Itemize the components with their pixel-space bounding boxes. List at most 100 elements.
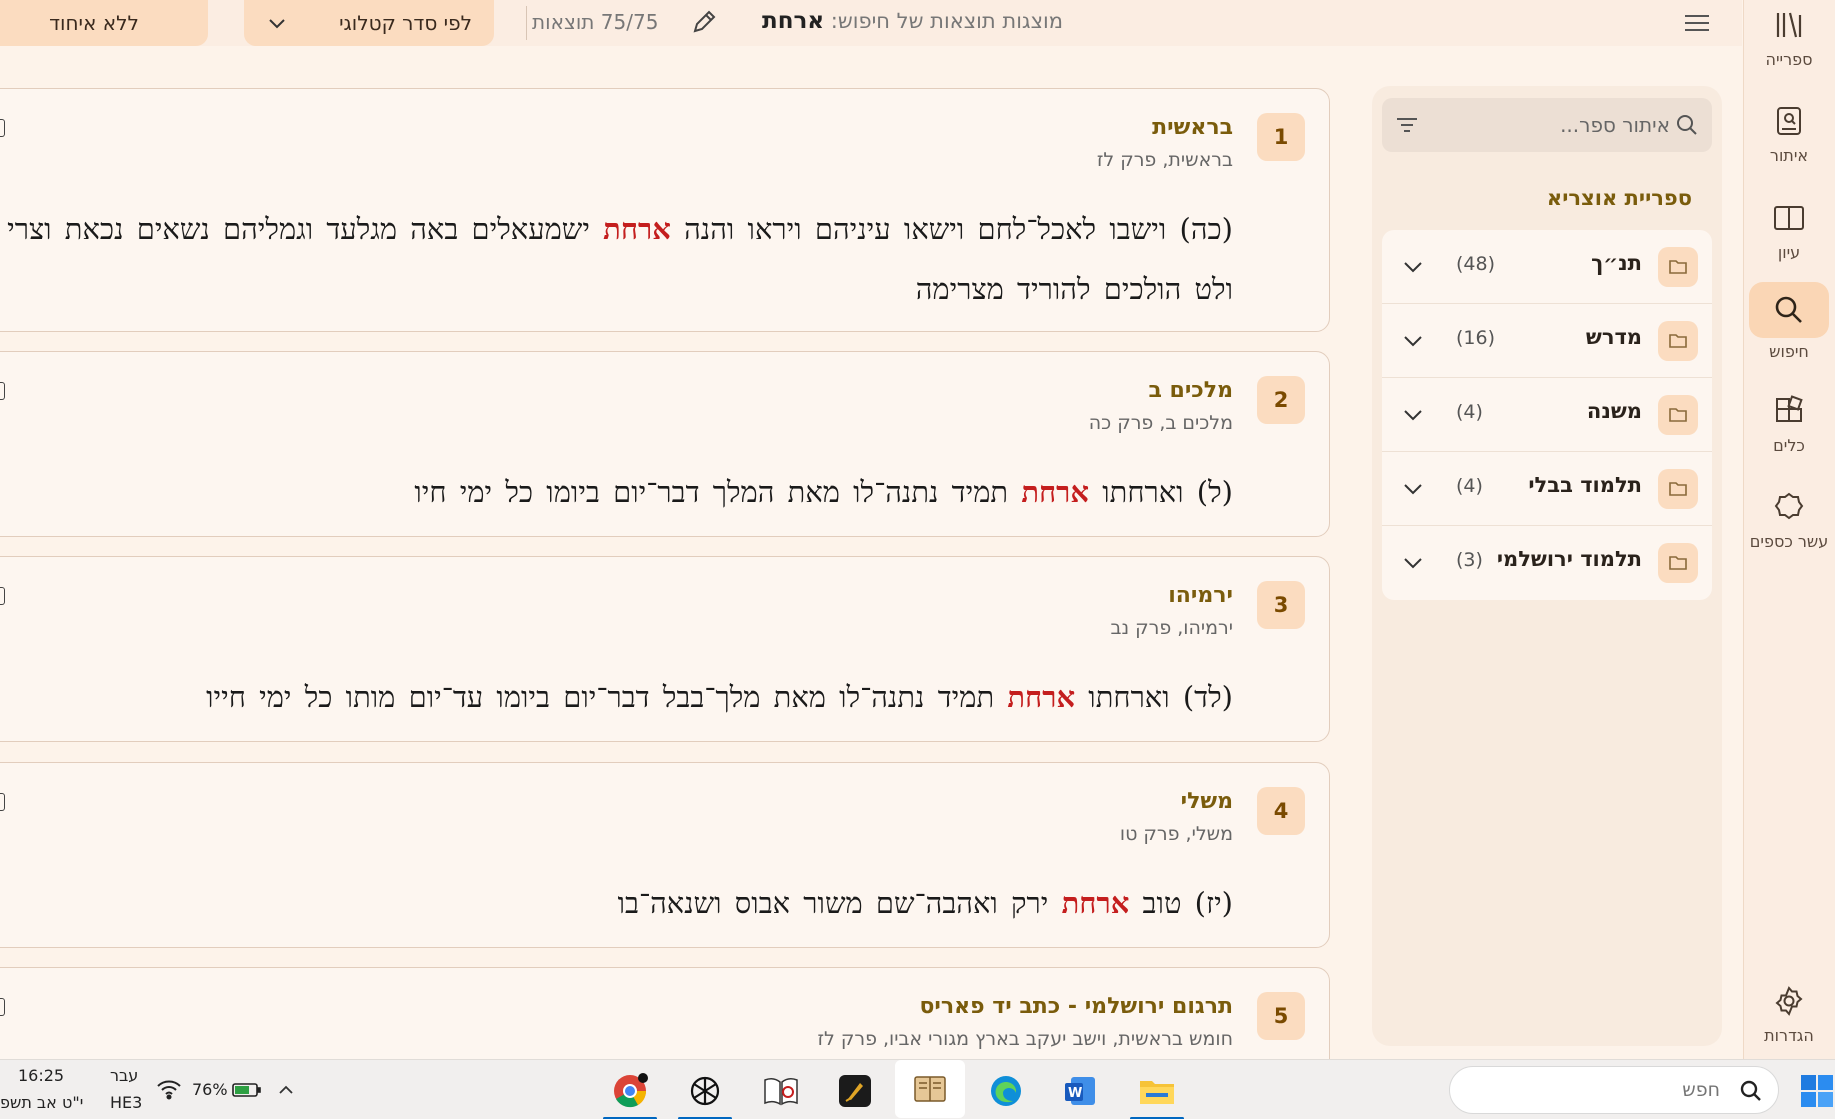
checkbox-icon[interactable] <box>0 119 5 137</box>
category-name: תנ״ך <box>1591 251 1642 275</box>
pencil-icon[interactable] <box>690 8 718 36</box>
category-list: תנ״ך (48) מדרש (16) משנה (4) תלמוד בבלי … <box>1382 230 1712 600</box>
chevron-down-icon <box>269 19 285 29</box>
result-card[interactable]: 5 תרגום ירושלמי - כתב יד פאריס חומש בראש… <box>0 967 1330 1059</box>
book-filter-box <box>1382 98 1712 152</box>
taskbar-search-input[interactable] <box>1470 1067 1720 1113</box>
category-count: (3) <box>1456 549 1483 571</box>
checkbox-icon[interactable] <box>0 793 5 811</box>
result-card[interactable]: 2 מלכים ב מלכים ב, פרק כה (ל) וארחתו ארח… <box>0 351 1330 537</box>
match-highlight: ארחת <box>1021 475 1090 509</box>
category-count: (16) <box>1456 327 1496 349</box>
svg-text:W: W <box>1068 1086 1082 1101</box>
result-card[interactable]: 3 ירמיהו ירמיהו, פרק נב (לד) וארחתו ארחת… <box>0 556 1330 742</box>
category-count: (48) <box>1456 253 1496 275</box>
category-count: (4) <box>1456 401 1483 423</box>
checkbox-icon[interactable] <box>0 587 5 605</box>
input-language[interactable]: עבר <box>110 1066 138 1085</box>
windows-taskbar: W 76% עבר HE3 16:25 י"ט אב תשפ <box>0 1059 1835 1119</box>
book-filter-panel: ספריית אוצריא תנ״ך (48) מדרש (16) משנה (… <box>1372 86 1722 1046</box>
result-book-title[interactable]: ירמיהו <box>1168 583 1233 608</box>
chatgpt-icon[interactable] <box>678 1070 732 1119</box>
search-header: מוצגות תוצאות של חיפוש: ארחת 75/75 תוצאו… <box>0 0 1742 46</box>
rail-item-settings[interactable]: הגדרות <box>1743 976 1835 1066</box>
folder-icon <box>1658 247 1698 287</box>
rail-item-read[interactable]: עיון <box>1743 193 1835 283</box>
category-item[interactable]: תנ״ך (48) <box>1382 230 1712 304</box>
windows-start-icon[interactable] <box>1800 1074 1834 1108</box>
otzaria-app-icon[interactable] <box>895 1060 965 1118</box>
filter-icon[interactable] <box>1394 112 1420 138</box>
result-reference: מלכים ב, פרק כה <box>1088 412 1233 434</box>
result-book-title[interactable]: משלי <box>1181 789 1233 814</box>
category-count: (4) <box>1456 475 1483 497</box>
rail-item-search[interactable]: חיפוש <box>1743 282 1835 372</box>
chevron-down-icon[interactable] <box>1400 476 1426 502</box>
rail-item-maaser[interactable]: עשר כספים <box>1743 482 1835 572</box>
taskbar-search-box <box>1449 1066 1779 1114</box>
chevron-up-icon[interactable] <box>276 1080 296 1104</box>
checkbox-icon[interactable] <box>0 382 5 400</box>
search-prefix: מוצגות תוצאות של חיפוש: <box>830 9 1064 33</box>
clock-date[interactable]: י"ט אב תשפ <box>0 1093 83 1112</box>
grouping-button[interactable]: ללא איחוד <box>0 0 208 46</box>
golden-book-icon[interactable] <box>834 1070 876 1112</box>
battery-icon[interactable] <box>232 1080 262 1104</box>
file-explorer-icon[interactable] <box>1130 1070 1184 1119</box>
edge-icon[interactable] <box>985 1070 1027 1112</box>
keyboard-layout[interactable]: HE3 <box>110 1093 142 1112</box>
gear-icon <box>1770 982 1808 1020</box>
library-icon <box>1770 6 1808 44</box>
navigation-rail: ספרייה איתור עיון חיפוש כלים עשר כספים ה… <box>1743 0 1835 1059</box>
book-search-icon[interactable] <box>760 1070 802 1112</box>
category-item[interactable]: מדרש (16) <box>1382 304 1712 378</box>
word-icon[interactable]: W <box>1059 1070 1101 1112</box>
tools-icon <box>1770 392 1808 430</box>
sort-dropdown[interactable]: לפי סדר קטלוגי <box>244 0 494 46</box>
result-card[interactable]: 4 משלי משלי, פרק טו (יז) טוב ארחת ירק וא… <box>0 762 1330 948</box>
gear-badge-icon <box>1770 488 1808 526</box>
result-card[interactable]: 1 בראשית בראשית, פרק לז (כה) וישבו לאכל־… <box>0 88 1330 332</box>
result-book-title[interactable]: בראשית <box>1152 115 1233 140</box>
find-book-icon <box>1770 102 1808 140</box>
result-snippet: (לד) וארחתו ארחת תמיד נתנה־לו מאת מלך־בב… <box>206 680 1233 714</box>
category-item[interactable]: משנה (4) <box>1382 378 1712 452</box>
result-number: 1 <box>1257 113 1305 161</box>
result-snippet: (ל) וארחתו ארחת תמיד נתנה־לו מאת המלך דב… <box>414 475 1233 509</box>
result-number: 3 <box>1257 581 1305 629</box>
result-reference: חומש בראשית, וישב יעקב בארץ מגורי אביו, … <box>817 1028 1233 1050</box>
results-list: 1 בראשית בראשית, פרק לז (כה) וישבו לאכל־… <box>0 56 1340 1059</box>
book-filter-input[interactable] <box>1430 98 1670 152</box>
rail-item-find[interactable]: איתור <box>1743 96 1835 186</box>
rail-item-tools[interactable]: כלים <box>1743 386 1835 476</box>
match-highlight: ארחת <box>603 212 671 246</box>
category-item[interactable]: תלמוד בבלי (4) <box>1382 452 1712 526</box>
search-icon <box>1738 1078 1764 1104</box>
result-reference: משלי, פרק טו <box>1119 823 1233 845</box>
checkbox-icon[interactable] <box>0 998 5 1016</box>
rail-label: איתור <box>1769 146 1809 165</box>
result-book-title[interactable]: תרגום ירושלמי - כתב יד פאריס <box>919 994 1233 1019</box>
open-book-icon <box>1770 199 1808 237</box>
category-name: תלמוד בבלי <box>1528 473 1642 497</box>
chevron-down-icon[interactable] <box>1400 550 1426 576</box>
category-item[interactable]: תלמוד ירושלמי (3) <box>1382 526 1712 600</box>
result-book-title[interactable]: מלכים ב <box>1148 378 1233 403</box>
battery-percent: 76% <box>192 1080 228 1099</box>
wifi-icon[interactable] <box>156 1078 182 1104</box>
result-reference: בראשית, פרק לז <box>1096 149 1233 171</box>
divider <box>526 6 527 40</box>
chrome-icon[interactable] <box>603 1070 657 1119</box>
chevron-down-icon[interactable] <box>1400 402 1426 428</box>
rail-item-library[interactable]: ספרייה <box>1743 0 1835 90</box>
rail-label: עשר כספים <box>1749 532 1829 551</box>
rail-label: כלים <box>1773 436 1805 455</box>
folder-icon <box>1658 321 1698 361</box>
clock-time[interactable]: 16:25 <box>18 1066 64 1085</box>
search-title: מוצגות תוצאות של חיפוש: ארחת <box>752 8 1063 34</box>
result-snippet: (כה) וישבו לאכל־לחם וישאו עיניהם ויראו ו… <box>7 212 1233 306</box>
chevron-down-icon[interactable] <box>1400 254 1426 280</box>
rail-label: ספרייה <box>1765 50 1813 69</box>
chevron-down-icon[interactable] <box>1400 328 1426 354</box>
hamburger-menu-icon[interactable] <box>1682 10 1712 36</box>
